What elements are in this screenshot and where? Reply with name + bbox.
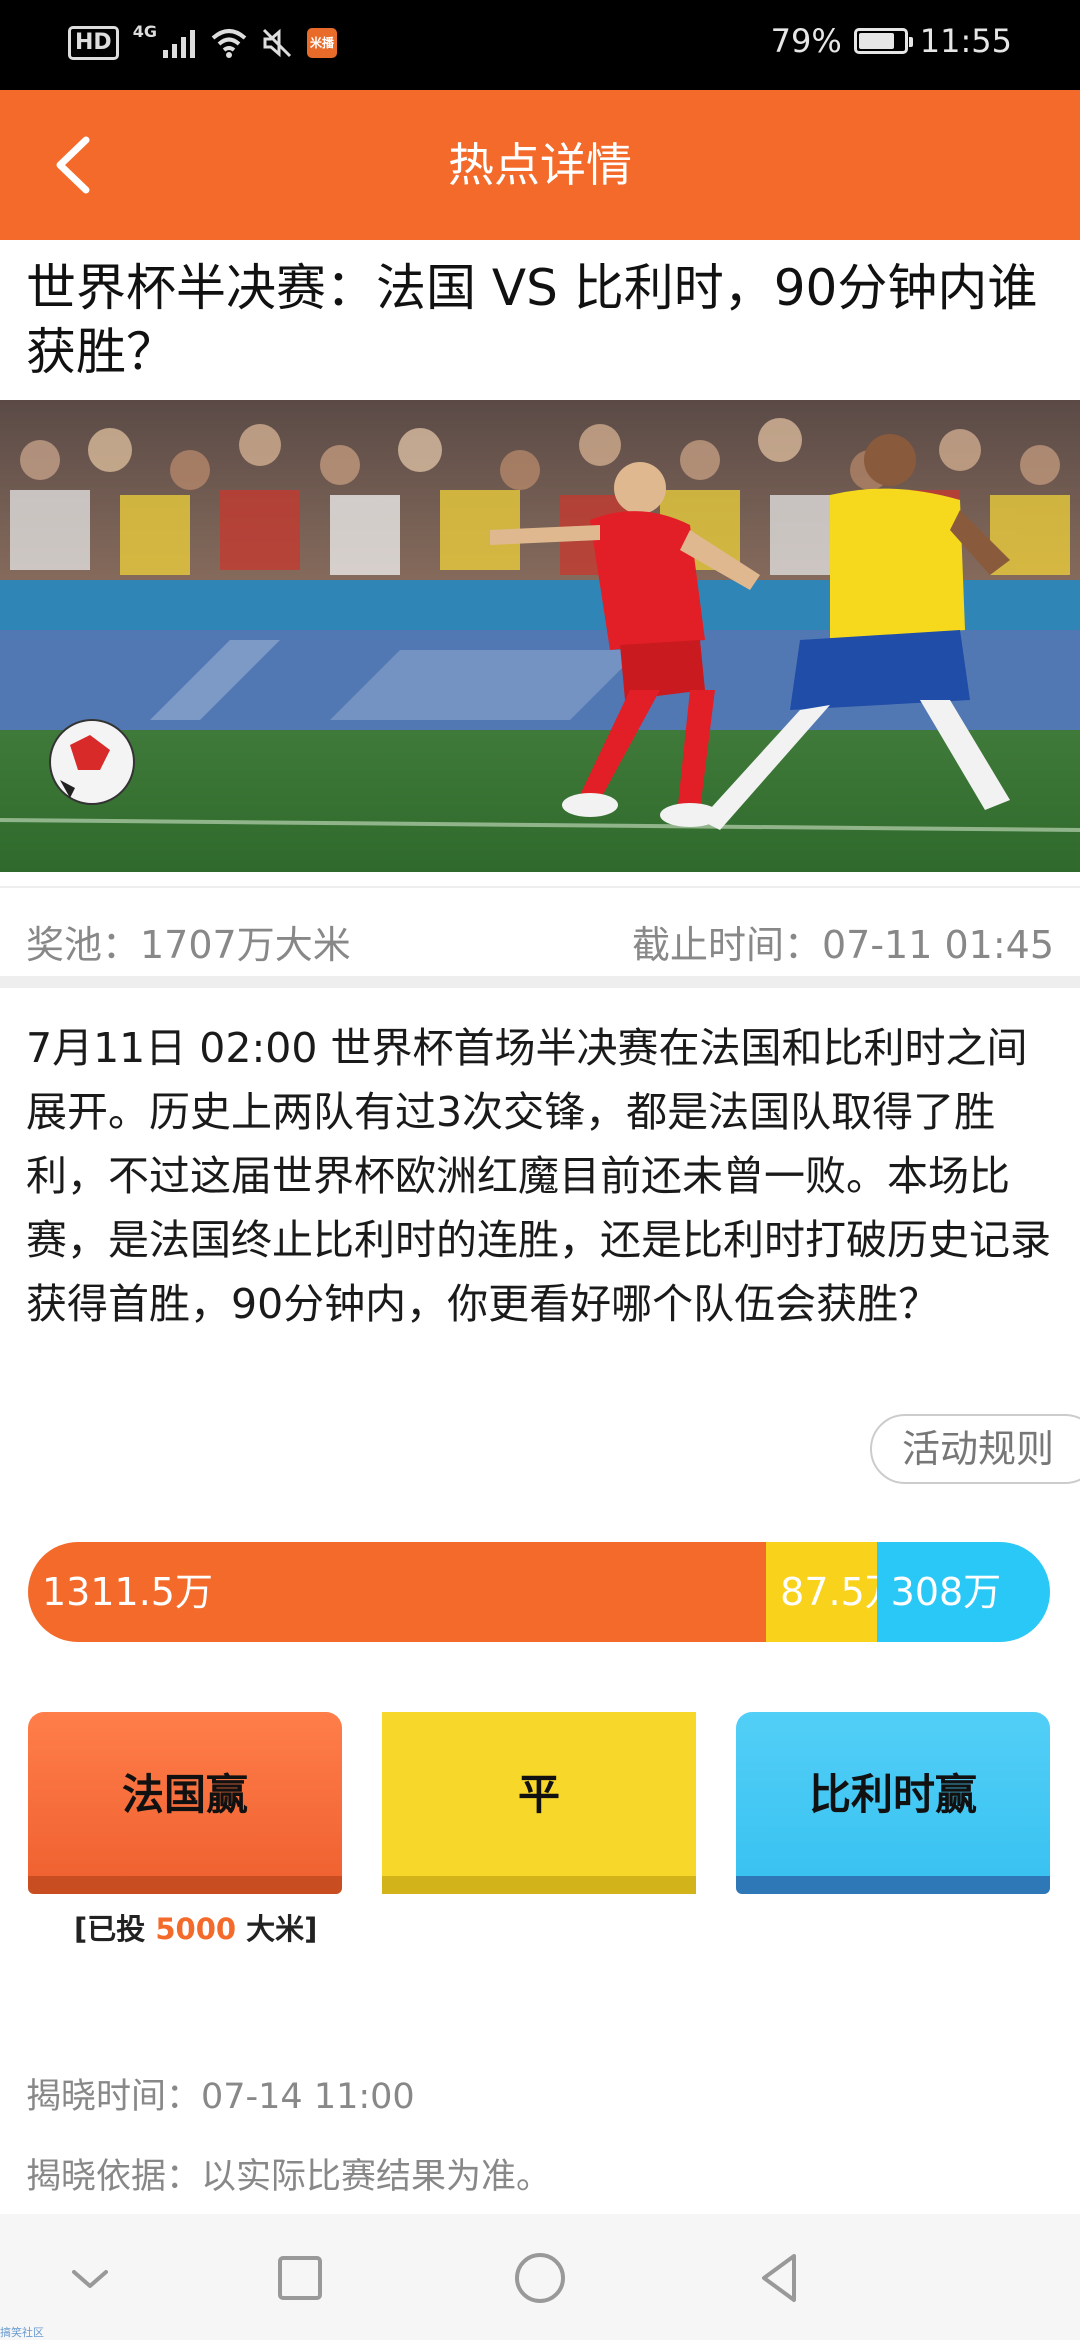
- placed-bet-note: [已投 5000 大米]: [74, 1906, 317, 1948]
- bet-distribution-bar: 1311.5万 87.5万 308万: [28, 1542, 1050, 1642]
- odds-segment-belgium: 308万: [876, 1542, 1050, 1642]
- deadline: 截止时间：07-11 01:45: [631, 923, 1054, 967]
- article-description: 7月11日 02:00 世界杯首场半决赛在法国和比利时之间展开。历史上两队有过3…: [26, 1024, 1051, 1328]
- hd-badge: HD: [68, 26, 119, 60]
- odds-segment-france: 1311.5万: [28, 1542, 767, 1642]
- battery-fill: [858, 33, 894, 49]
- system-navigation-bar: [0, 2214, 1080, 2340]
- article-title: 世界杯半决赛：法国 VS 比利时，90分钟内谁获胜？: [26, 259, 1038, 381]
- reveal-time: 揭晓时间：07-14 11:00: [26, 2077, 415, 2117]
- bet-france-label: 法国赢: [121, 1770, 248, 1819]
- odds-segment-draw: 87.5万: [766, 1542, 877, 1642]
- app-badge-icon: 米播: [306, 28, 337, 58]
- activity-rules-button[interactable]: 活动规则: [870, 1414, 1080, 1484]
- status-right: 79% 11:55: [771, 22, 1012, 60]
- signal-icon: [162, 30, 195, 58]
- prize-pool: 奖池：1707万大米: [26, 923, 351, 967]
- home-circle-icon[interactable]: [510, 2248, 570, 2308]
- placed-suffix: 大米]: [236, 1912, 318, 1946]
- reveal-basis: 揭晓依据：以实际比赛结果为准。: [26, 2157, 552, 2197]
- bet-draw-button[interactable]: 平: [382, 1712, 696, 1894]
- bet-belgium-label: 比利时赢: [808, 1770, 977, 1819]
- match-photo: [0, 400, 1080, 872]
- mute-icon: [262, 28, 292, 58]
- watermark: 搞笑社区: [0, 2326, 44, 2339]
- network-type: 4G: [132, 21, 157, 41]
- bet-draw-label: 平: [517, 1770, 560, 1819]
- status-bar: HD 4G 米播 79% 11:55: [0, 0, 1080, 90]
- recent-apps-square-icon[interactable]: [270, 2248, 330, 2308]
- match-photo-illustration: [0, 400, 1080, 872]
- status-left: HD 4G 米播: [68, 22, 337, 60]
- placed-amount: 5000: [155, 1912, 237, 1946]
- page-title: 热点详情: [448, 138, 632, 192]
- bet-belgium-win-button[interactable]: 比利时赢: [736, 1712, 1050, 1894]
- wifi-icon: [211, 29, 247, 58]
- clock: 11:55: [919, 22, 1012, 60]
- nav-bar: 热点详情: [0, 90, 1080, 240]
- bet-france-win-button[interactable]: 法国赢: [28, 1712, 342, 1894]
- back-triangle-icon[interactable]: [750, 2248, 810, 2308]
- battery-percent: 79%: [770, 22, 842, 60]
- info-bar: 奖池：1707万大米 截止时间：07-11 01:45: [0, 886, 1080, 988]
- hide-keyboard-chevron-down-icon[interactable]: [60, 2248, 120, 2308]
- placed-prefix: [已投: [74, 1912, 156, 1946]
- battery-icon: [853, 28, 913, 54]
